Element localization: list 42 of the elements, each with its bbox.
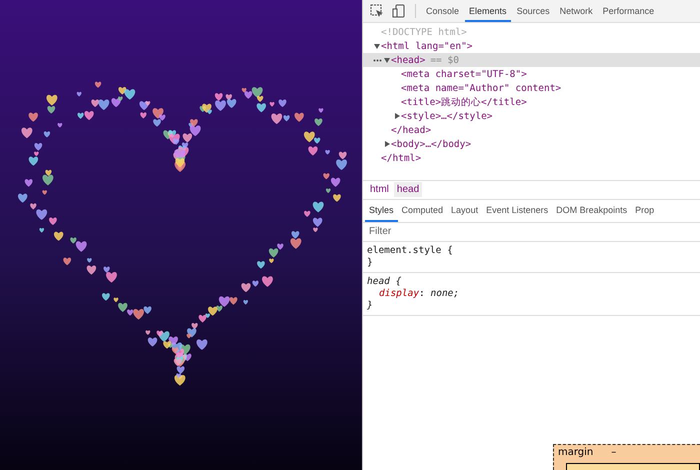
dom-node-text: <title>跳动的心</title> bbox=[401, 96, 527, 108]
panel-tab[interactable]: Network bbox=[556, 0, 597, 22]
margin-value: – bbox=[611, 447, 616, 460]
dom-row[interactable]: <meta charset="UTF-8"> bbox=[363, 67, 700, 81]
dom-row[interactable]: <meta name="Author" content> bbox=[363, 81, 700, 95]
styles-tab[interactable]: Computed bbox=[398, 200, 448, 222]
panel-tab[interactable]: Performance bbox=[598, 0, 658, 22]
more-icon[interactable] bbox=[373, 58, 382, 62]
dom-node-text: <meta charset="UTF-8"> bbox=[401, 68, 527, 80]
device-icon[interactable] bbox=[392, 4, 406, 18]
styles-tab[interactable]: Layout bbox=[447, 200, 482, 222]
dom-row[interactable]: <style>…</style> bbox=[363, 109, 700, 123]
expand-toggle-icon[interactable] bbox=[384, 58, 390, 62]
closing-brace: } bbox=[367, 256, 374, 268]
dom-node-text: <head> bbox=[391, 54, 426, 66]
breadcrumb-item[interactable]: head bbox=[394, 182, 422, 197]
inspect-icon[interactable] bbox=[370, 4, 384, 18]
expand-toggle-icon[interactable] bbox=[394, 113, 400, 119]
dom-row[interactable]: <title>跳动的心</title> bbox=[363, 95, 700, 109]
styles-tab[interactable]: Event Listeners bbox=[482, 200, 552, 222]
styles-tab[interactable]: Prop bbox=[631, 200, 658, 222]
dom-node-text: <style>…</style> bbox=[401, 110, 493, 122]
selected-dom-row[interactable]: <head> == $0 bbox=[363, 53, 700, 67]
closing-brace: } bbox=[367, 300, 374, 312]
expand-toggle-icon[interactable] bbox=[384, 141, 390, 147]
dom-node-text: <!DOCTYPE html> bbox=[381, 26, 467, 38]
dom-node-text: </head> bbox=[391, 124, 432, 136]
dom-node-text: </html> bbox=[381, 152, 422, 164]
panel-tab[interactable]: Elements bbox=[465, 0, 511, 22]
dom-node-text: <meta name="Author" content> bbox=[401, 82, 562, 94]
dom-node-text: <body>…</body> bbox=[391, 138, 472, 150]
dom-node-text: <html lang="en"> bbox=[381, 40, 473, 52]
css-selector: head { bbox=[367, 276, 402, 288]
selected-node-marker: == $0 bbox=[430, 54, 459, 66]
margin-label: margin bbox=[558, 447, 594, 460]
styles-tab[interactable]: DOM Breakpoints bbox=[552, 200, 632, 222]
breadcrumb-item[interactable]: html bbox=[367, 182, 392, 197]
dom-row[interactable]: <body>…</body> bbox=[363, 137, 700, 151]
css-declaration[interactable]: display: none; bbox=[367, 288, 696, 300]
css-selector: element.style { bbox=[367, 244, 454, 256]
panel-tab[interactable]: Console bbox=[422, 0, 464, 22]
panel-tab[interactable]: Sources bbox=[512, 0, 554, 22]
